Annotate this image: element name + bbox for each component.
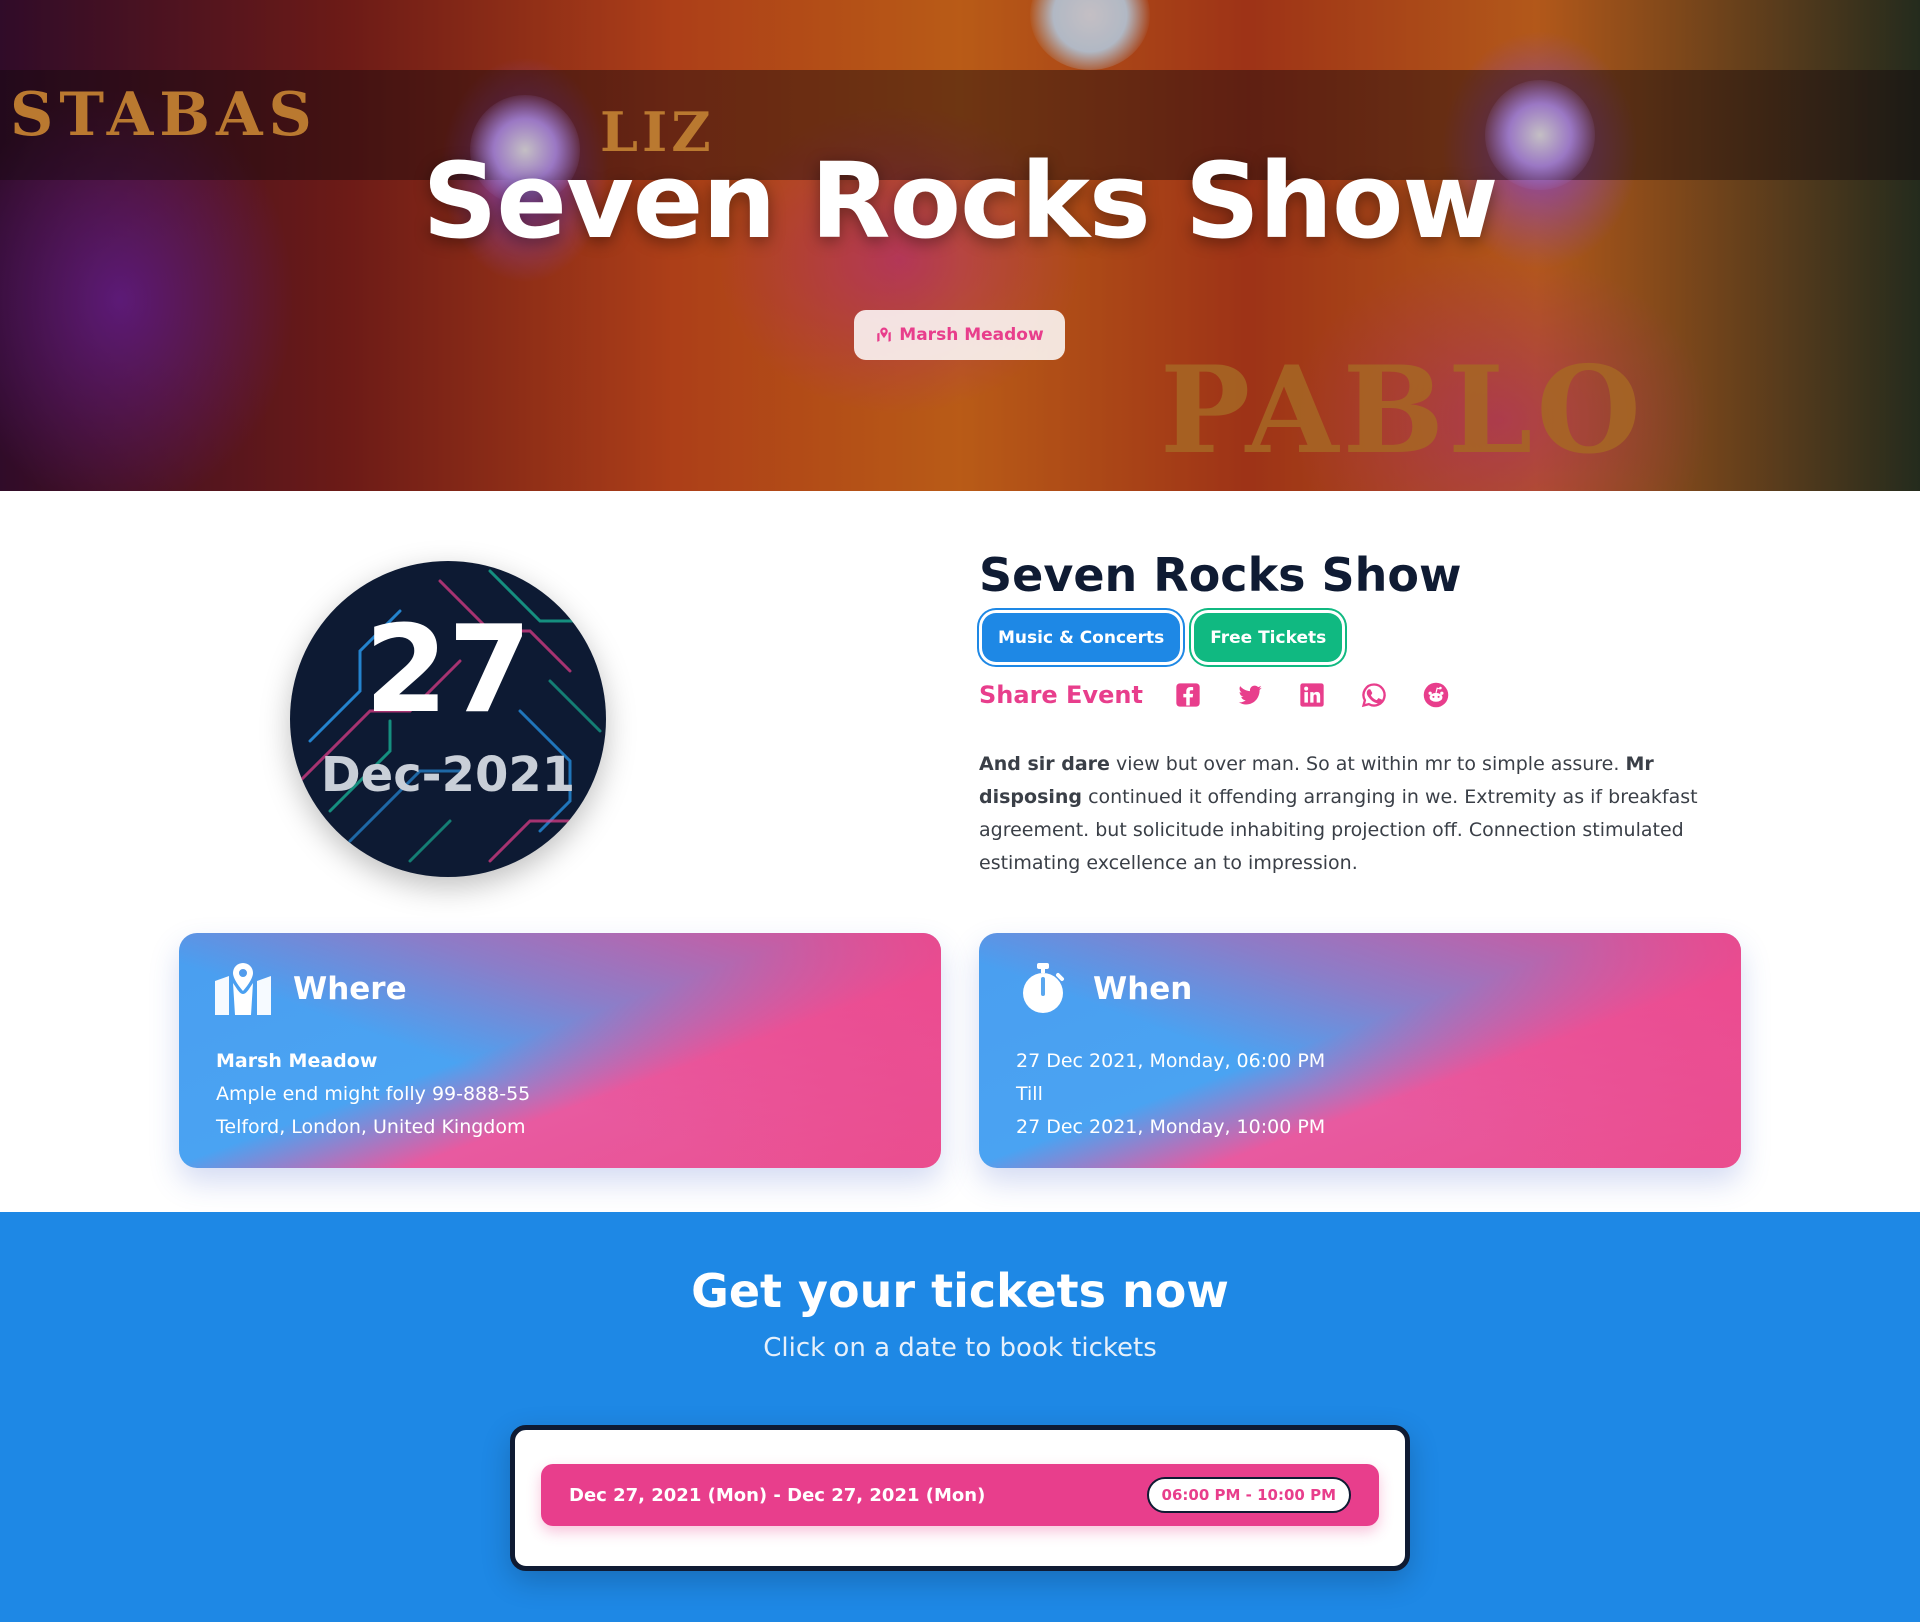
- map-marker-icon: [877, 327, 892, 342]
- share-event-bar: Share Event: [979, 680, 1483, 710]
- venue-badge-label: Marsh Meadow: [899, 325, 1044, 345]
- where-title: Where: [293, 971, 407, 1007]
- event-title: Seven Rocks Show: [979, 548, 1462, 602]
- map-location-icon: [215, 963, 271, 1015]
- description-bold-1: And sir dare: [979, 753, 1110, 775]
- ticket-date-slot[interactable]: Dec 27, 2021 (Mon) - Dec 27, 2021 (Mon) …: [541, 1464, 1379, 1526]
- linkedin-icon[interactable]: [1297, 680, 1327, 710]
- ticket-date-range: Dec 27, 2021 (Mon) - Dec 27, 2021 (Mon): [569, 1484, 986, 1506]
- where-details: Marsh Meadow Ample end might folly 99-88…: [216, 1045, 530, 1144]
- tag-music-concerts[interactable]: Music & Concerts: [982, 613, 1181, 662]
- when-card: When 27 Dec 2021, Monday, 06:00 PM Till …: [979, 933, 1741, 1168]
- ticket-time-range: 06:00 PM - 10:00 PM: [1146, 1477, 1351, 1513]
- when-end: 27 Dec 2021, Monday, 10:00 PM: [1016, 1116, 1326, 1138]
- event-tags: Music & Concerts Free Tickets: [982, 613, 1343, 662]
- when-start: 27 Dec 2021, Monday, 06:00 PM: [1016, 1050, 1326, 1072]
- ticket-dates-panel: Dec 27, 2021 (Mon) - Dec 27, 2021 (Mon) …: [510, 1425, 1410, 1571]
- hero-banner: STABAS LIZ PABLO Seven Rocks Show Marsh …: [0, 0, 1920, 491]
- where-venue: Marsh Meadow: [216, 1050, 378, 1072]
- where-card-header: Where: [215, 963, 407, 1015]
- tickets-title: Get your tickets now: [691, 1264, 1229, 1318]
- facebook-icon[interactable]: [1173, 680, 1203, 710]
- when-details: 27 Dec 2021, Monday, 06:00 PM Till 27 De…: [1016, 1045, 1325, 1144]
- event-date-badge: 27 Dec-2021: [290, 561, 606, 877]
- description-text-2: continued it offending arranging in we. …: [979, 786, 1698, 874]
- hero-title: Seven Rocks Show: [422, 140, 1499, 262]
- event-date-day: 27: [364, 601, 532, 740]
- reddit-icon[interactable]: [1421, 680, 1451, 710]
- when-title: When: [1093, 971, 1193, 1007]
- event-description: And sir dare view but over man. So at wi…: [979, 748, 1749, 880]
- tickets-section: Get your tickets now Click on a date to …: [0, 1212, 1920, 1622]
- when-till: Till: [1016, 1083, 1043, 1105]
- event-date-month-year: Dec-2021: [320, 747, 576, 803]
- tickets-subtitle: Click on a date to book tickets: [763, 1333, 1157, 1363]
- stopwatch-icon: [1023, 963, 1064, 1013]
- share-event-label: Share Event: [979, 681, 1143, 709]
- venue-badge[interactable]: Marsh Meadow: [854, 310, 1065, 360]
- whatsapp-icon[interactable]: [1359, 680, 1389, 710]
- where-address-line2: Telford, London, United Kingdom: [216, 1116, 526, 1138]
- description-text-1: view but over man. So at within mr to si…: [1109, 753, 1626, 775]
- tag-free-tickets[interactable]: Free Tickets: [1194, 613, 1343, 662]
- twitter-icon[interactable]: [1235, 680, 1265, 710]
- where-card: Where Marsh Meadow Ample end might folly…: [179, 933, 941, 1168]
- where-address-line1: Ample end might folly 99-888-55: [216, 1083, 531, 1105]
- when-card-header: When: [1015, 963, 1192, 1015]
